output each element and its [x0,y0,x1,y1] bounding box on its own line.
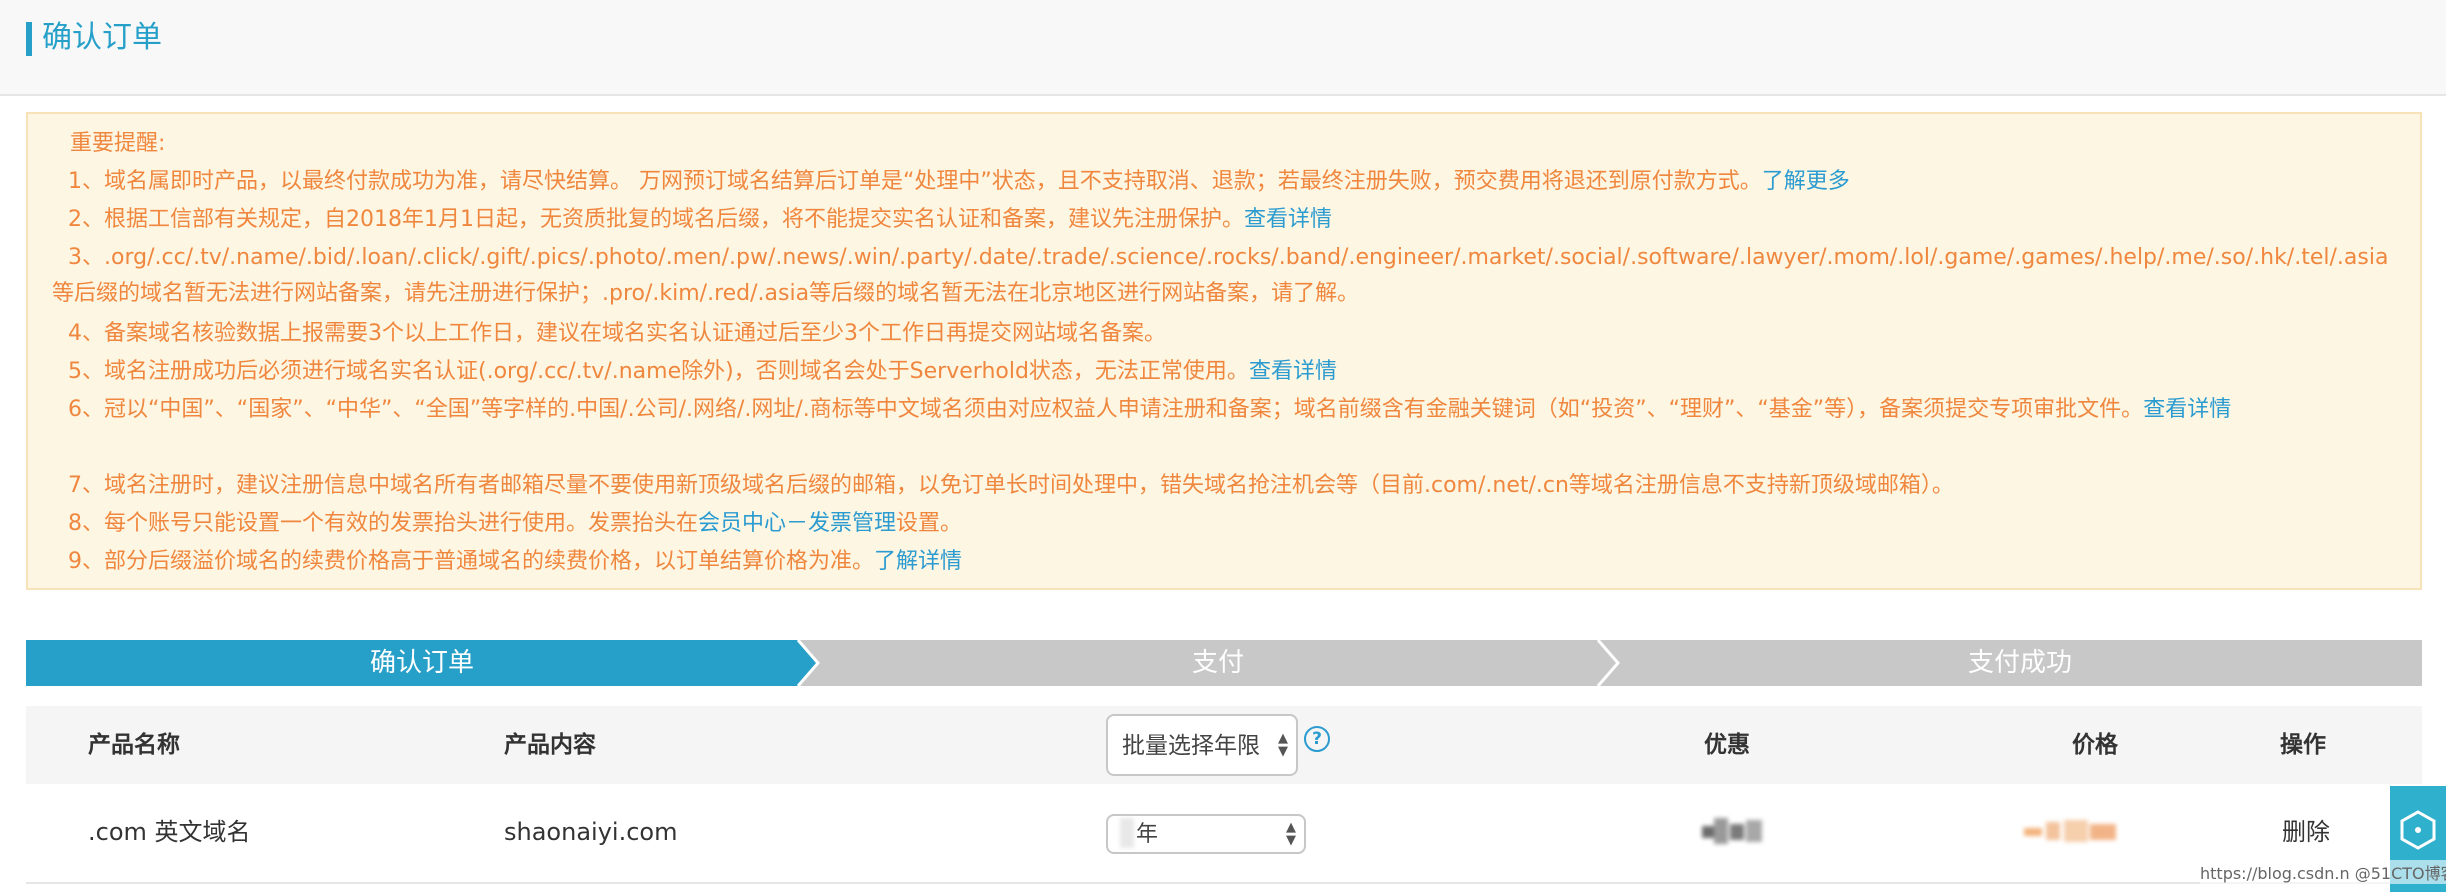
notice-item-3: 3、.org/.cc/.tv/.name/.bid/.loan/.click/.… [52,245,2389,306]
notice-heading: 重要提醒: [70,131,166,156]
row-product-name: .com 英文域名 [88,818,251,846]
notice-box: 重要提醒: 1、域名属即时产品，以最终付款成功为准，请尽快结算。 万网预订域名结… [26,112,2422,590]
notice-item-2-text: 2、根据工信部有关规定，自2018年1月1日起，无资质批复的域名后缀，将不能提交… [68,207,1244,232]
notice-item-7: 7、域名注册时，建议注册信息中域名所有者邮箱尽量不要使用新顶级域名后缀的邮箱，以… [68,473,1954,498]
col-action: 操作 [2280,732,2326,758]
hexagon-icon [2400,810,2436,850]
notice-item-9-text: 9、部分后缀溢价域名的续费价格高于普通域名的续费价格，以订单结算价格为准。 [68,549,874,574]
select-arrows-icon: ▲ ▼ [1286,820,1296,848]
delete-link[interactable]: 删除 [2282,814,2330,850]
blur-block [2090,824,2116,840]
blur-block [2064,820,2088,842]
notice-item-5: 5、域名注册成功后必须进行域名实名认证(.org/.cc/.tv/.name除外… [68,354,1337,390]
notice-item-9: 9、部分后缀溢价域名的续费价格高于普通域名的续费价格，以订单结算价格为准。了解详… [68,544,962,580]
notice-item-8-suffix: 设置。 [896,511,963,536]
page-header: 确认订单 [0,0,2446,96]
blur-block [1746,820,1762,842]
row-years-select[interactable]: 年 ▲ ▼ [1106,814,1306,854]
notice-item-6-text: 6、冠以“中国”、“国家”、“中华”、“全国”等字样的.中国/.公司/.网络/.… [68,397,2144,422]
blurred-discount-value [1702,816,1764,846]
blur-block [1730,824,1744,840]
learn-more-link[interactable]: 了解更多 [1762,169,1850,194]
select-arrows-icon: ▲ ▼ [1278,731,1288,759]
learn-details-link[interactable]: 了解详情 [874,549,962,574]
table-row: .com 英文域名 shaonaiyi.com 年 ▲ ▼ 删除 [26,784,2422,884]
step-payment: 支付 [1191,648,1244,678]
col-price: 价格 [2072,732,2118,758]
batch-years-select[interactable]: 批量选择年限 ▲ ▼ [1106,714,1298,776]
notice-item-5-text: 5、域名注册成功后必须进行域名实名认证(.org/.cc/.tv/.name除外… [68,359,1249,384]
col-product-name: 产品名称 [88,732,180,758]
invoice-management-link[interactable]: 会员中心－发票管理 [698,511,896,536]
page-title: 确认订单 [42,20,162,55]
blurred-year-value [1120,818,1134,848]
col-product-content: 产品内容 [504,732,596,758]
notice-item-4: 4、备案域名核验数据上报需要3个以上工作日，建议在域名实名认证通过后至少3个工作… [68,321,1166,346]
blur-block [2046,822,2060,840]
progress-steps: 确认订单 支付 支付成功 [26,640,2422,686]
col-discount: 优惠 [1704,732,1750,758]
notice-item-6: 6、冠以“中国”、“国家”、“中华”、“全国”等字样的.中国/.公司/.网络/.… [52,392,2408,428]
view-details-link[interactable]: 查看详情 [2143,397,2231,422]
step-confirm-order: 确认订单 [369,648,474,678]
notice-item-8-text: 8、每个账号只能设置一个有效的发票抬头进行使用。发票抬头在 [68,511,698,536]
blur-block [2024,828,2042,836]
notice-item-8: 8、每个账号只能设置一个有效的发票抬头进行使用。发票抬头在会员中心－发票管理设置… [68,506,962,542]
blurred-price-value [2024,818,2120,844]
row-years-select-label: 年 [1136,822,1159,847]
title-accent-bar [26,22,32,56]
step-payment-success: 支付成功 [1967,648,2072,678]
help-circle-icon[interactable]: ? [1304,726,1330,752]
notice-item-1: 1、域名属即时产品，以最终付款成功为准，请尽快结算。 万网预订域名结算后订单是“… [68,164,1850,200]
row-product-content: shaonaiyi.com [504,818,678,846]
view-details-link[interactable]: 查看详情 [1244,207,1332,232]
view-details-link[interactable]: 查看详情 [1249,359,1337,384]
notice-item-2: 2、根据工信部有关规定，自2018年1月1日起，无资质批复的域名后缀，将不能提交… [68,202,1332,238]
notice-item-1-text: 1、域名属即时产品，以最终付款成功为准，请尽快结算。 万网预订域名结算后订单是“… [68,169,1762,194]
watermark: https://blog.csdn.n @51CTO博客 [2200,860,2446,884]
batch-years-select-label: 批量选择年限 [1122,733,1260,759]
blur-block [1714,818,1728,844]
